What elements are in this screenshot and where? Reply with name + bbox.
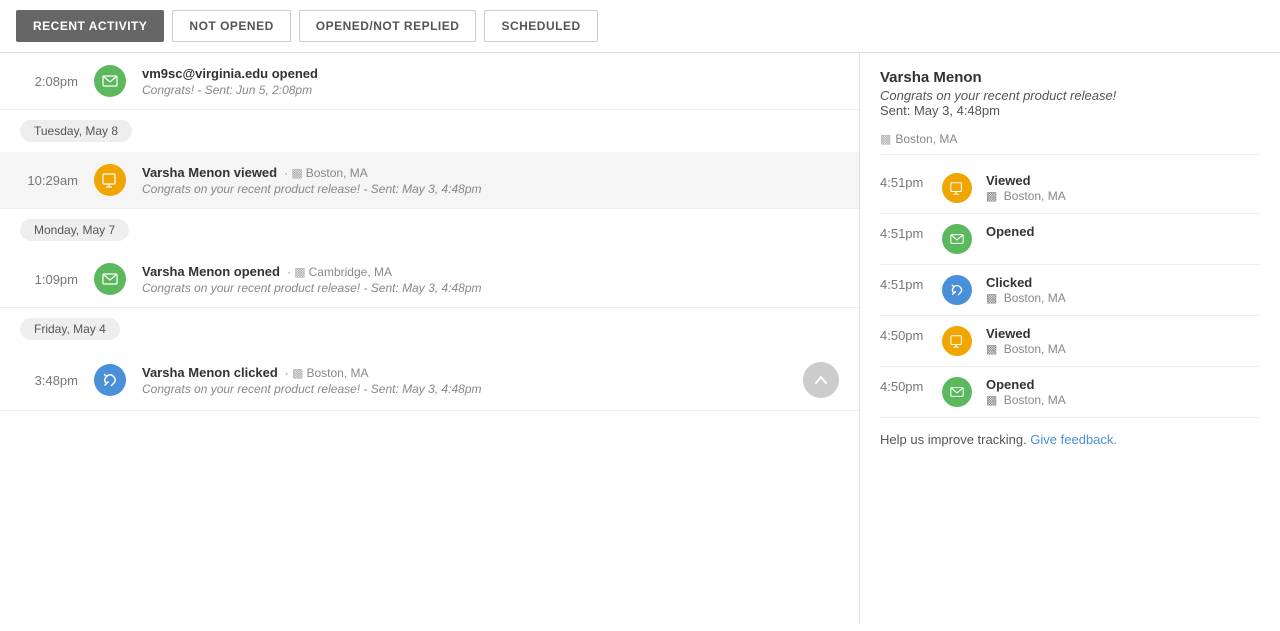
- activity-subtitle: Congrats on your recent product release!…: [142, 382, 787, 396]
- activity-location: · ▩Boston, MA: [281, 166, 368, 180]
- detail-row: 4:50pm Viewed ▩ Boston, MA: [880, 316, 1260, 367]
- detail-action: Opened: [986, 224, 1260, 239]
- detail-time: 4:51pm: [880, 224, 928, 241]
- activity-content: Varsha Menon opened · ▩Cambridge, MA Con…: [142, 264, 839, 295]
- open-email-icon: [94, 65, 126, 97]
- activity-location: · ▩Cambridge, MA: [284, 265, 392, 279]
- main-layout: 2:08pm vm9sc@virginia.edu opened Congrat…: [0, 53, 1280, 624]
- right-panel: Varsha Menon Congrats on your recent pro…: [860, 53, 1280, 624]
- detail-row: 4:51pm Opened: [880, 214, 1260, 265]
- detail-row: 4:50pm Opened ▩ Boston, MA: [880, 367, 1260, 418]
- detail-action: Opened: [986, 377, 1260, 392]
- activity-title: Varsha Menon viewed · ▩Boston, MA: [142, 165, 839, 180]
- date-divider: Monday, May 7: [0, 209, 859, 251]
- detail-content: Viewed ▩ Boston, MA: [986, 326, 1260, 356]
- activity-location: · ▩Boston, MA: [281, 366, 368, 380]
- left-panel: 2:08pm vm9sc@virginia.edu opened Congrat…: [0, 53, 860, 624]
- activity-row[interactable]: 2:08pm vm9sc@virginia.edu opened Congrat…: [0, 53, 859, 110]
- tab-opened-not-replied[interactable]: OPENED/NOT REPLIED: [299, 10, 477, 42]
- detail-action: Viewed: [986, 173, 1260, 188]
- activity-content: Varsha Menon viewed · ▩Boston, MA Congra…: [142, 165, 839, 196]
- view-detail-icon: [942, 326, 972, 356]
- activity-content: vm9sc@virginia.edu opened Congrats! - Se…: [142, 66, 839, 97]
- location-partial: ▩ Boston, MA: [880, 132, 1260, 146]
- detail-time: 4:51pm: [880, 173, 928, 190]
- activity-row[interactable]: 1:09pm Varsha Menon opened · ▩Cambridge,…: [0, 251, 859, 308]
- feedback-row: Help us improve tracking. Give feedback.: [880, 418, 1260, 451]
- activity-row[interactable]: 3:48pm Varsha Menon clicked · ▩Boston, M…: [0, 350, 859, 411]
- detail-action: Viewed: [986, 326, 1260, 341]
- activity-time: 3:48pm: [20, 373, 78, 388]
- date-label: Tuesday, May 8: [20, 120, 132, 142]
- activity-time: 1:09pm: [20, 272, 78, 287]
- activity-title: Varsha Menon clicked · ▩Boston, MA: [142, 365, 787, 380]
- activity-title-text: Varsha Menon viewed: [142, 165, 277, 180]
- view-icon: [94, 164, 126, 196]
- activity-subtitle: Congrats on your recent product release!…: [142, 182, 839, 196]
- activity-title: vm9sc@virginia.edu opened: [142, 66, 839, 81]
- monitor-icon: ▩: [986, 291, 997, 305]
- detail-content: Clicked ▩ Boston, MA: [986, 275, 1260, 305]
- activity-row[interactable]: 10:29am Varsha Menon viewed · ▩Boston, M…: [0, 152, 859, 209]
- activity-detail-list: 4:51pm Viewed ▩ Boston, MA: [880, 154, 1260, 418]
- scroll-up-button[interactable]: [803, 362, 839, 398]
- monitor-icon: ▩: [986, 393, 997, 407]
- detail-content: Opened: [986, 224, 1260, 239]
- detail-content: Viewed ▩ Boston, MA: [986, 173, 1260, 203]
- tab-recent-activity[interactable]: RECENT ACTIVITY: [16, 10, 164, 42]
- activity-subtitle: Congrats! - Sent: Jun 5, 2:08pm: [142, 83, 839, 97]
- detail-content: Opened ▩ Boston, MA: [986, 377, 1260, 407]
- detail-location: ▩ Boston, MA: [986, 342, 1260, 356]
- monitor-icon: ▩: [880, 132, 891, 146]
- detail-location: ▩ Boston, MA: [986, 189, 1260, 203]
- feedback-link[interactable]: Give feedback.: [1030, 432, 1117, 447]
- activity-time: 10:29am: [20, 173, 78, 188]
- activity-title: Varsha Menon opened · ▩Cambridge, MA: [142, 264, 839, 279]
- detail-time: 4:50pm: [880, 326, 928, 343]
- activity-time: 2:08pm: [20, 74, 78, 89]
- date-divider: Tuesday, May 8: [0, 110, 859, 152]
- activity-subtitle: Congrats on your recent product release!…: [142, 281, 839, 295]
- activity-title-text: Varsha Menon opened: [142, 264, 280, 279]
- monitor-icon: ▩: [986, 189, 997, 203]
- tab-not-opened[interactable]: NOT OPENED: [172, 10, 290, 42]
- contact-sent: Sent: May 3, 4:48pm: [880, 103, 1260, 118]
- open-detail-icon: [942, 224, 972, 254]
- detail-location: ▩ Boston, MA: [986, 291, 1260, 305]
- feedback-text: Help us improve tracking.: [880, 432, 1027, 447]
- date-divider: Friday, May 4: [0, 308, 859, 350]
- detail-time: 4:51pm: [880, 275, 928, 292]
- detail-row: 4:51pm Viewed ▩ Boston, MA: [880, 163, 1260, 214]
- detail-row: 4:51pm Clicked ▩ Boston, MA: [880, 265, 1260, 316]
- open-detail-icon: [942, 377, 972, 407]
- activity-title-text: Varsha Menon clicked: [142, 365, 278, 380]
- click-link-icon: [94, 364, 126, 396]
- click-detail-icon: [942, 275, 972, 305]
- activity-title-text: vm9sc@virginia.edu opened: [142, 66, 318, 81]
- open-email-icon: [94, 263, 126, 295]
- detail-location: ▩ Boston, MA: [986, 393, 1260, 407]
- view-detail-icon: [942, 173, 972, 203]
- contact-subject: Congrats on your recent product release!: [880, 88, 1260, 103]
- detail-time: 4:50pm: [880, 377, 928, 394]
- tab-scheduled[interactable]: SCHEDULED: [484, 10, 597, 42]
- date-label: Friday, May 4: [20, 318, 120, 340]
- contact-name: Varsha Menon: [880, 69, 1260, 86]
- date-label: Monday, May 7: [20, 219, 129, 241]
- monitor-icon: ▩: [986, 342, 997, 356]
- activity-content: Varsha Menon clicked · ▩Boston, MA Congr…: [142, 365, 787, 396]
- detail-action: Clicked: [986, 275, 1260, 290]
- header-tabs: RECENT ACTIVITY NOT OPENED OPENED/NOT RE…: [0, 0, 1280, 53]
